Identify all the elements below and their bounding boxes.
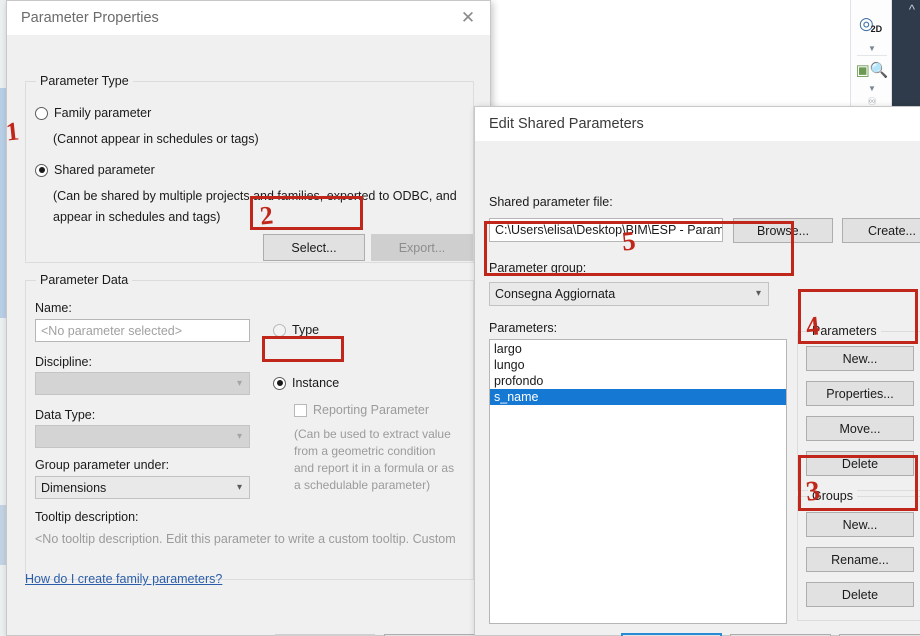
data-type-select: ▾	[35, 425, 250, 448]
group-parameter-under-value: Dimensions	[41, 480, 107, 495]
list-item[interactable]: profondo	[490, 373, 786, 389]
radio-type-label: Type	[292, 323, 320, 337]
reporting-note-line1: (Can be used to extract value	[294, 427, 451, 441]
discipline-label: Discipline:	[35, 355, 92, 369]
parameters-delete-button[interactable]: Delete	[806, 451, 914, 476]
parameters-listbox[interactable]: largo lungo profondo s_name	[489, 339, 787, 624]
revit-view-cube-panel	[892, 0, 920, 112]
zoom-region-icon[interactable]: ▣🔍	[851, 61, 893, 79]
chevron-down-icon-datatype: ▾	[236, 430, 242, 442]
group-parameter-under-select[interactable]: Dimensions ▾	[35, 476, 250, 499]
tooltip-description-label: Tooltip description:	[35, 510, 139, 524]
create-button[interactable]: Create...	[842, 218, 920, 243]
edit-shared-parameters-dialog: Edit Shared Parameters Shared parameter …	[474, 106, 920, 636]
nav-divider	[857, 55, 887, 56]
tooltip-description-value: <No tooltip description. Edit this param…	[35, 532, 456, 546]
page-title: Parameter Properties	[21, 10, 159, 26]
shared-parameter-note-line1: (Can be shared by multiple projects and …	[53, 189, 457, 203]
parameter-group-select[interactable]: Consegna Aggiornata ▾	[489, 282, 769, 306]
radio-instance[interactable]: Instance	[273, 376, 339, 390]
radio-shared-parameter[interactable]: Shared parameter	[35, 163, 155, 177]
nav-2d-label: 2D	[870, 24, 883, 34]
groups-rename-button[interactable]: Rename...	[806, 547, 914, 572]
zoom-2d-icon[interactable]: ◎2D	[851, 14, 893, 34]
parameters-new-button[interactable]: New...	[806, 346, 914, 371]
reporting-note-line3: and report it in a formula or as	[294, 461, 455, 475]
parameters-buttons-legend: Parameters	[808, 324, 881, 338]
name-input[interactable]: <No parameter selected>	[35, 319, 250, 342]
data-type-label: Data Type:	[35, 408, 96, 422]
checkbox-reporting-parameter: Reporting Parameter	[294, 403, 429, 417]
reporting-note-line2: from a geometric condition	[294, 444, 436, 458]
radio-type[interactable]: Type	[273, 323, 319, 337]
radio-family-parameter-label: Family parameter	[54, 106, 152, 120]
chevron-down-icon-a[interactable]: ▼	[851, 44, 893, 53]
parameters-move-button[interactable]: Move...	[806, 416, 914, 441]
chevron-up-icon[interactable]: ^	[909, 3, 915, 16]
help-link[interactable]: How do I create family parameters?	[25, 572, 222, 586]
reporting-note-line4: a schedulable parameter)	[294, 478, 431, 492]
chevron-down-icon-group: ▾	[236, 481, 242, 493]
screenshot-root: ◎2D ▼ ▣🔍 ▼ ♾ ^ Parameter Properties ✕ Pa…	[0, 0, 920, 636]
radio-shared-parameter-label: Shared parameter	[54, 163, 155, 177]
edit-shared-parameters-titlebar: Edit Shared Parameters	[475, 107, 920, 141]
shared-parameter-note-line2: appear in schedules and tags)	[53, 210, 221, 224]
radio-family-parameter[interactable]: Family parameter	[35, 106, 151, 120]
export-button: Export...	[371, 234, 473, 261]
radio-shared-parameter-indicator	[35, 163, 48, 177]
radio-instance-indicator	[273, 376, 286, 390]
list-item[interactable]: lungo	[490, 357, 786, 373]
browse-button[interactable]: Browse...	[733, 218, 833, 243]
radio-family-parameter-indicator	[35, 106, 48, 120]
parameters-list-label: Parameters:	[489, 321, 558, 335]
chevron-down-icon-b[interactable]: ▼	[851, 84, 893, 93]
family-parameter-note: (Cannot appear in schedules or tags)	[53, 132, 259, 146]
discipline-select: ▾	[35, 372, 250, 395]
radio-instance-label: Instance	[292, 376, 340, 390]
groups-delete-button[interactable]: Delete	[806, 582, 914, 607]
parameter-group-label: Parameter group:	[489, 261, 587, 275]
groups-buttons-legend: Groups	[808, 489, 857, 503]
select-button[interactable]: Select...	[263, 234, 365, 261]
checkbox-reporting-parameter-indicator	[294, 403, 307, 417]
group-parameter-under-label: Group parameter under:	[35, 458, 170, 472]
shared-parameter-file-label: Shared parameter file:	[489, 195, 613, 209]
list-item[interactable]: largo	[490, 341, 786, 357]
shared-parameter-file-input[interactable]: C:\Users\elisa\Desktop\BIM\ESP - Param	[489, 218, 723, 242]
parameters-properties-button[interactable]: Properties...	[806, 381, 914, 406]
edit-shared-parameters-title: Edit Shared Parameters	[489, 116, 644, 132]
checkbox-reporting-parameter-label: Reporting Parameter	[313, 403, 430, 417]
parameter-group-value: Consegna Aggiornata	[495, 287, 616, 301]
name-label: Name:	[35, 301, 72, 315]
parameter-data-legend: Parameter Data	[36, 273, 133, 287]
list-item[interactable]: s_name	[490, 389, 786, 405]
chevron-down-icon-discipline: ▾	[236, 377, 242, 389]
close-icon[interactable]: ✕	[446, 1, 490, 35]
radio-type-indicator	[273, 323, 286, 337]
parameter-properties-titlebar: Parameter Properties ✕	[7, 1, 490, 35]
parameter-type-legend: Parameter Type	[36, 74, 133, 88]
groups-new-button[interactable]: New...	[806, 512, 914, 537]
chevron-down-icon-parameter-group: ▾	[755, 287, 761, 299]
parameter-properties-dialog: Parameter Properties ✕ Parameter Type Fa…	[6, 0, 491, 636]
revit-navigation-toolbar: ◎2D ▼ ▣🔍 ▼ ♾	[850, 0, 892, 112]
